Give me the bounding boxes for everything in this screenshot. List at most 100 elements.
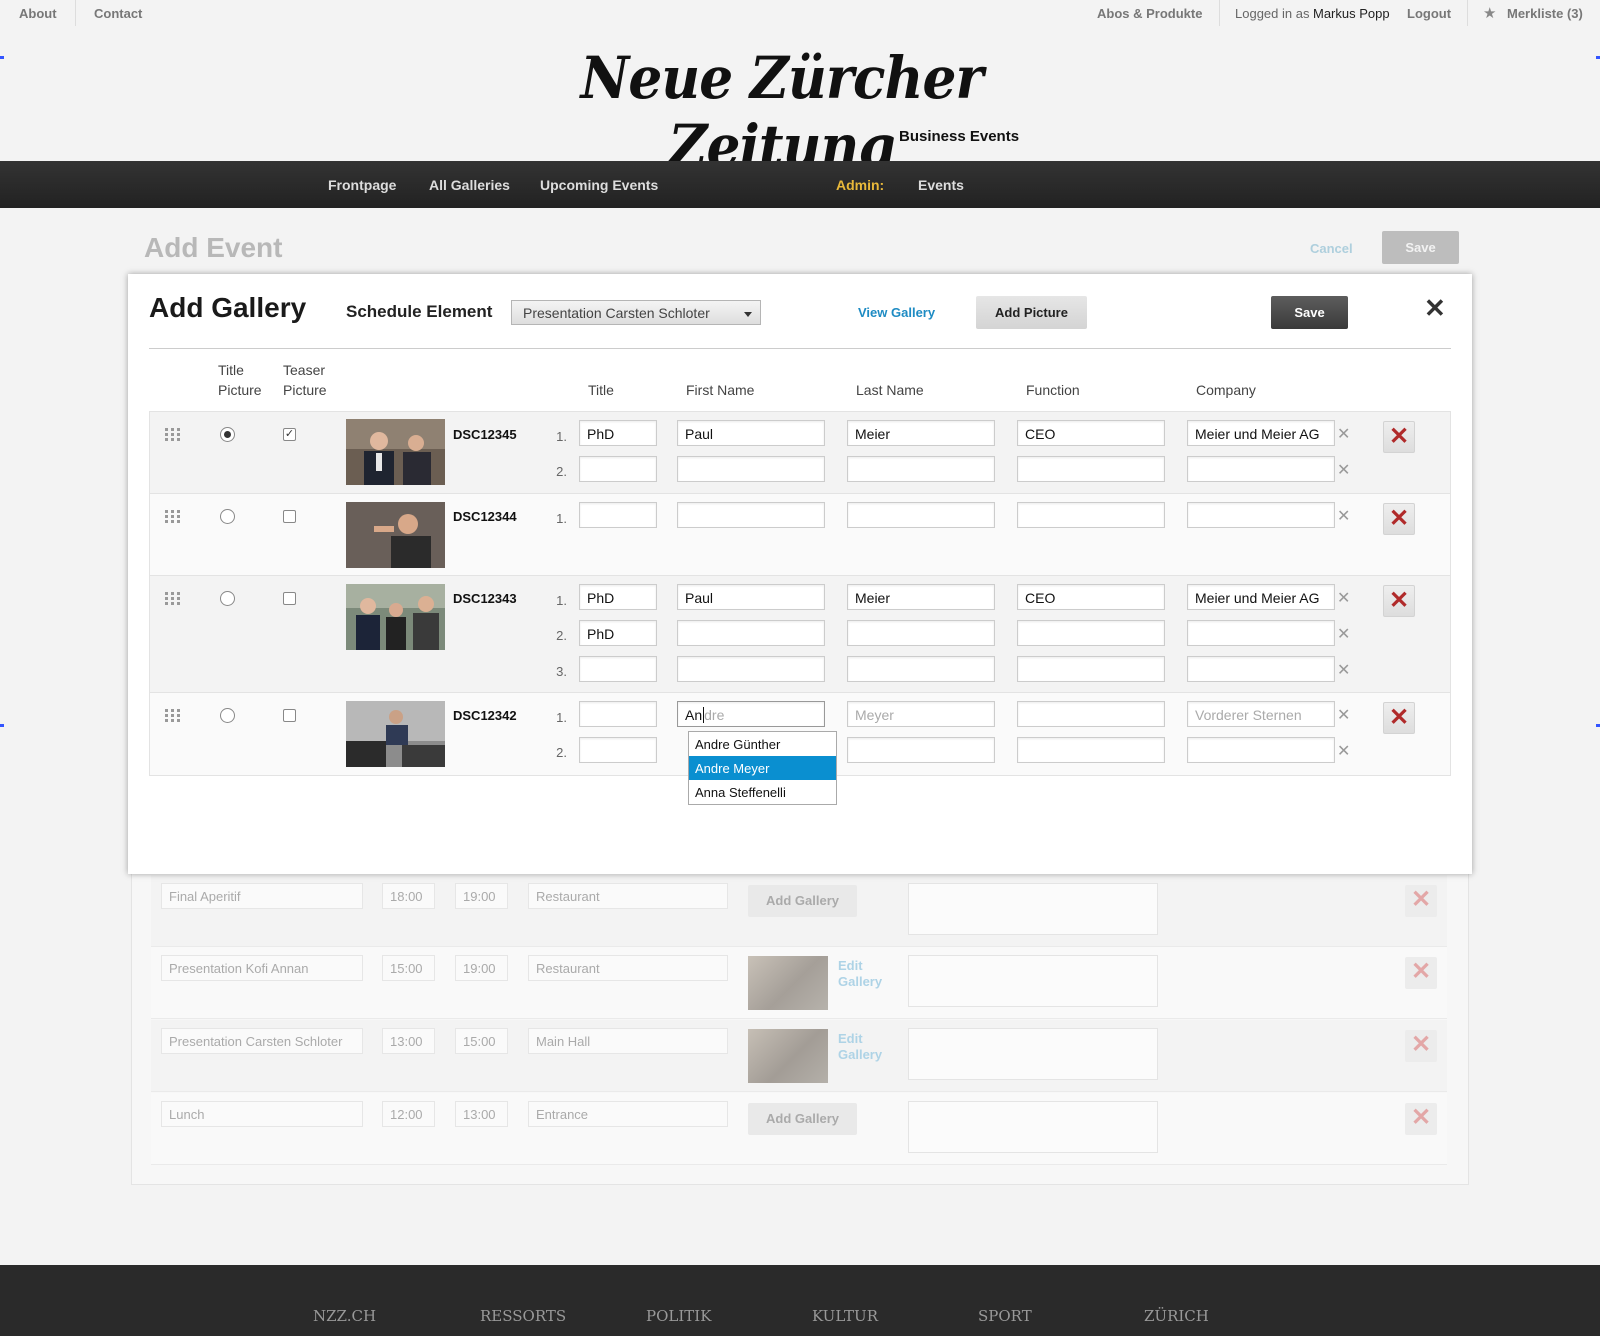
schedule-name-field[interactable]: Final Aperitif	[161, 883, 363, 909]
title-field[interactable]	[579, 737, 657, 763]
remove-person-icon[interactable]: ✕	[1337, 460, 1350, 480]
start-time-field[interactable]: 13:00	[382, 1028, 435, 1054]
about-link[interactable]: About	[19, 6, 57, 21]
start-time-field[interactable]: 12:00	[382, 1101, 435, 1127]
first-name-field[interactable]: An dre	[677, 701, 825, 727]
footer-link[interactable]: SPORT	[978, 1307, 1032, 1325]
start-time-field[interactable]: 15:00	[382, 955, 435, 981]
first-name-field[interactable]	[677, 502, 825, 528]
teaser-picture-checkbox[interactable]: ✓	[283, 428, 296, 441]
first-name-field[interactable]	[677, 656, 825, 682]
location-field[interactable]: Restaurant	[528, 955, 728, 981]
merkliste-link[interactable]: Merkliste (3)	[1507, 6, 1583, 21]
last-name-field[interactable]	[847, 502, 995, 528]
end-time-field[interactable]: 19:00	[455, 883, 508, 909]
drag-handle-icon[interactable]	[165, 592, 181, 606]
schedule-element-select[interactable]: Presentation Carsten Schloter	[511, 300, 761, 325]
function-field[interactable]	[1017, 620, 1165, 646]
function-field[interactable]	[1017, 656, 1165, 682]
save-gallery-button[interactable]: Save	[1271, 296, 1348, 329]
location-field[interactable]: Restaurant	[528, 883, 728, 909]
footer-link[interactable]: NZZ.CH	[313, 1307, 376, 1325]
title-picture-radio[interactable]	[220, 509, 235, 524]
schedule-name-field[interactable]: Presentation Carsten Schloter	[161, 1028, 363, 1054]
picture-thumbnail[interactable]	[346, 584, 445, 650]
edit-gallery-link[interactable]: Edit Gallery	[838, 1031, 888, 1063]
footer-link[interactable]: KULTUR	[812, 1307, 878, 1325]
last-name-field[interactable]: Meier	[847, 584, 995, 610]
first-name-field[interactable]	[677, 456, 825, 482]
function-field[interactable]	[1017, 737, 1165, 763]
company-field[interactable]	[1187, 737, 1335, 763]
remove-person-icon[interactable]: ✕	[1337, 506, 1350, 526]
teaser-picture-checkbox[interactable]	[283, 709, 296, 722]
remove-person-icon[interactable]: ✕	[1337, 741, 1350, 761]
delete-x-icon[interactable]: ✕	[1383, 702, 1415, 734]
function-field[interactable]: CEO	[1017, 584, 1165, 610]
remove-person-icon[interactable]: ✕	[1337, 424, 1350, 444]
footer-link[interactable]: ZÜRICH	[1144, 1307, 1209, 1325]
abos-link[interactable]: Abos & Produkte	[1097, 6, 1202, 21]
company-field[interactable]: Vorderer Sternen	[1187, 701, 1335, 727]
first-name-field[interactable]: Paul	[677, 584, 825, 610]
add-picture-button[interactable]: Add Picture	[976, 296, 1087, 329]
teaser-picture-checkbox[interactable]	[283, 510, 296, 523]
picture-thumbnail[interactable]	[346, 419, 445, 485]
company-field[interactable]	[1187, 456, 1335, 482]
delete-x-icon[interactable]: ✕	[1405, 1103, 1437, 1135]
title-field[interactable]	[579, 701, 657, 727]
location-field[interactable]: Entrance	[528, 1101, 728, 1127]
close-icon[interactable]: ✕	[1424, 295, 1446, 321]
schedule-name-field[interactable]: Lunch	[161, 1101, 363, 1127]
remove-person-icon[interactable]: ✕	[1337, 660, 1350, 680]
nav-events[interactable]: Events	[918, 177, 964, 193]
remove-person-icon[interactable]: ✕	[1337, 705, 1350, 725]
delete-x-icon[interactable]: ✕	[1383, 421, 1415, 453]
function-field[interactable]: CEO	[1017, 420, 1165, 446]
nzz-logo[interactable]: Neue Zürcher Zeitung	[570, 44, 993, 180]
nav-frontpage[interactable]: Frontpage	[328, 177, 396, 193]
title-field[interactable]	[579, 656, 657, 682]
add-gallery-button[interactable]: Add Gallery	[748, 885, 857, 917]
description-field[interactable]	[908, 883, 1158, 935]
company-field[interactable]: Meier und Meier AG	[1187, 420, 1335, 446]
location-field[interactable]: Main Hall	[528, 1028, 728, 1054]
nav-all-galleries[interactable]: All Galleries	[429, 177, 510, 193]
remove-person-icon[interactable]: ✕	[1337, 624, 1350, 644]
user-name[interactable]: Markus Popp	[1313, 6, 1390, 21]
nav-upcoming-events[interactable]: Upcoming Events	[540, 177, 658, 193]
title-picture-radio[interactable]	[220, 427, 235, 442]
autocomplete-option[interactable]: Anna Steffenelli	[689, 780, 836, 804]
picture-thumbnail[interactable]	[346, 701, 445, 767]
schedule-name-field[interactable]: Presentation Kofi Annan	[161, 955, 363, 981]
gallery-thumbnail[interactable]	[748, 1029, 828, 1083]
teaser-picture-checkbox[interactable]	[283, 592, 296, 605]
contact-link[interactable]: Contact	[94, 6, 142, 21]
cancel-button[interactable]: Cancel	[1310, 241, 1353, 256]
company-field[interactable]	[1187, 502, 1335, 528]
description-field[interactable]	[908, 955, 1158, 1007]
first-name-field[interactable]	[677, 620, 825, 646]
description-field[interactable]	[908, 1101, 1158, 1153]
drag-handle-icon[interactable]	[165, 709, 181, 723]
drag-handle-icon[interactable]	[165, 510, 181, 524]
delete-x-icon[interactable]: ✕	[1383, 585, 1415, 617]
title-picture-radio[interactable]	[220, 708, 235, 723]
last-name-field[interactable]: Meier	[847, 420, 995, 446]
autocomplete-option-selected[interactable]: Andre Meyer	[689, 756, 836, 780]
title-field[interactable]: PhD	[579, 420, 657, 446]
add-gallery-button[interactable]: Add Gallery	[748, 1103, 857, 1135]
function-field[interactable]	[1017, 701, 1165, 727]
end-time-field[interactable]: 15:00	[455, 1028, 508, 1054]
last-name-field[interactable]	[847, 456, 995, 482]
autocomplete-option[interactable]: Andre Günther	[689, 732, 836, 756]
logout-link[interactable]: Logout	[1407, 6, 1451, 21]
company-field[interactable]: Meier und Meier AG	[1187, 584, 1335, 610]
end-time-field[interactable]: 19:00	[455, 955, 508, 981]
function-field[interactable]	[1017, 456, 1165, 482]
first-name-field[interactable]: Paul	[677, 420, 825, 446]
description-field[interactable]	[908, 1028, 1158, 1080]
delete-x-icon[interactable]: ✕	[1405, 1030, 1437, 1062]
edit-gallery-link[interactable]: Edit Gallery	[838, 958, 888, 990]
picture-thumbnail[interactable]	[346, 502, 445, 568]
